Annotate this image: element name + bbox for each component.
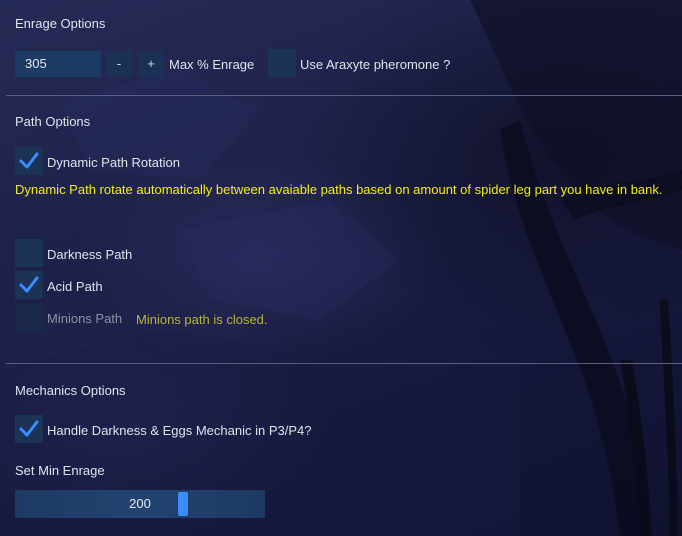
checkmark-icon <box>19 152 39 169</box>
pheromone-checkbox[interactable] <box>268 49 296 77</box>
checkmark-icon <box>19 420 39 437</box>
checkmark-icon <box>19 276 39 293</box>
background-art <box>0 0 682 536</box>
handle-mechanic-checkbox[interactable] <box>15 415 43 443</box>
dynamic-path-checkbox[interactable] <box>15 147 43 175</box>
enrage-section-title: Enrage Options <box>15 16 106 31</box>
acid-path-label: Acid Path <box>47 279 103 294</box>
darkness-path-label: Darkness Path <box>47 247 133 262</box>
handle-mechanic-label: Handle Darkness & Eggs Mechanic in P3/P4… <box>47 423 312 438</box>
min-enrage-slider[interactable]: 200 <box>15 490 265 518</box>
decrement-button[interactable]: - <box>106 51 132 77</box>
acid-path-checkbox[interactable] <box>15 271 43 299</box>
enrage-value-input[interactable]: 305 <box>15 51 101 77</box>
mechanics-section-title: Mechanics Options <box>15 383 126 398</box>
divider <box>6 95 682 96</box>
min-enrage-value: 200 <box>129 496 151 511</box>
dynamic-path-note: Dynamic Path rotate automatically betwee… <box>15 182 663 197</box>
slider-thumb[interactable] <box>178 492 188 516</box>
darkness-path-checkbox[interactable] <box>15 239 43 267</box>
min-enrage-label: Set Min Enrage <box>15 463 105 478</box>
max-enrage-label: Max % Enrage <box>169 57 255 72</box>
minions-path-note: Minions path is closed. <box>136 312 268 327</box>
increment-button[interactable]: + <box>138 51 164 77</box>
divider <box>6 363 682 364</box>
path-section-title: Path Options <box>15 114 91 129</box>
minions-path-label: Minions Path <box>47 311 123 326</box>
pheromone-label: Use Araxyte pheromone ? <box>300 57 451 72</box>
minions-path-checkbox[interactable] <box>15 303 43 331</box>
dynamic-path-label: Dynamic Path Rotation <box>47 155 180 170</box>
